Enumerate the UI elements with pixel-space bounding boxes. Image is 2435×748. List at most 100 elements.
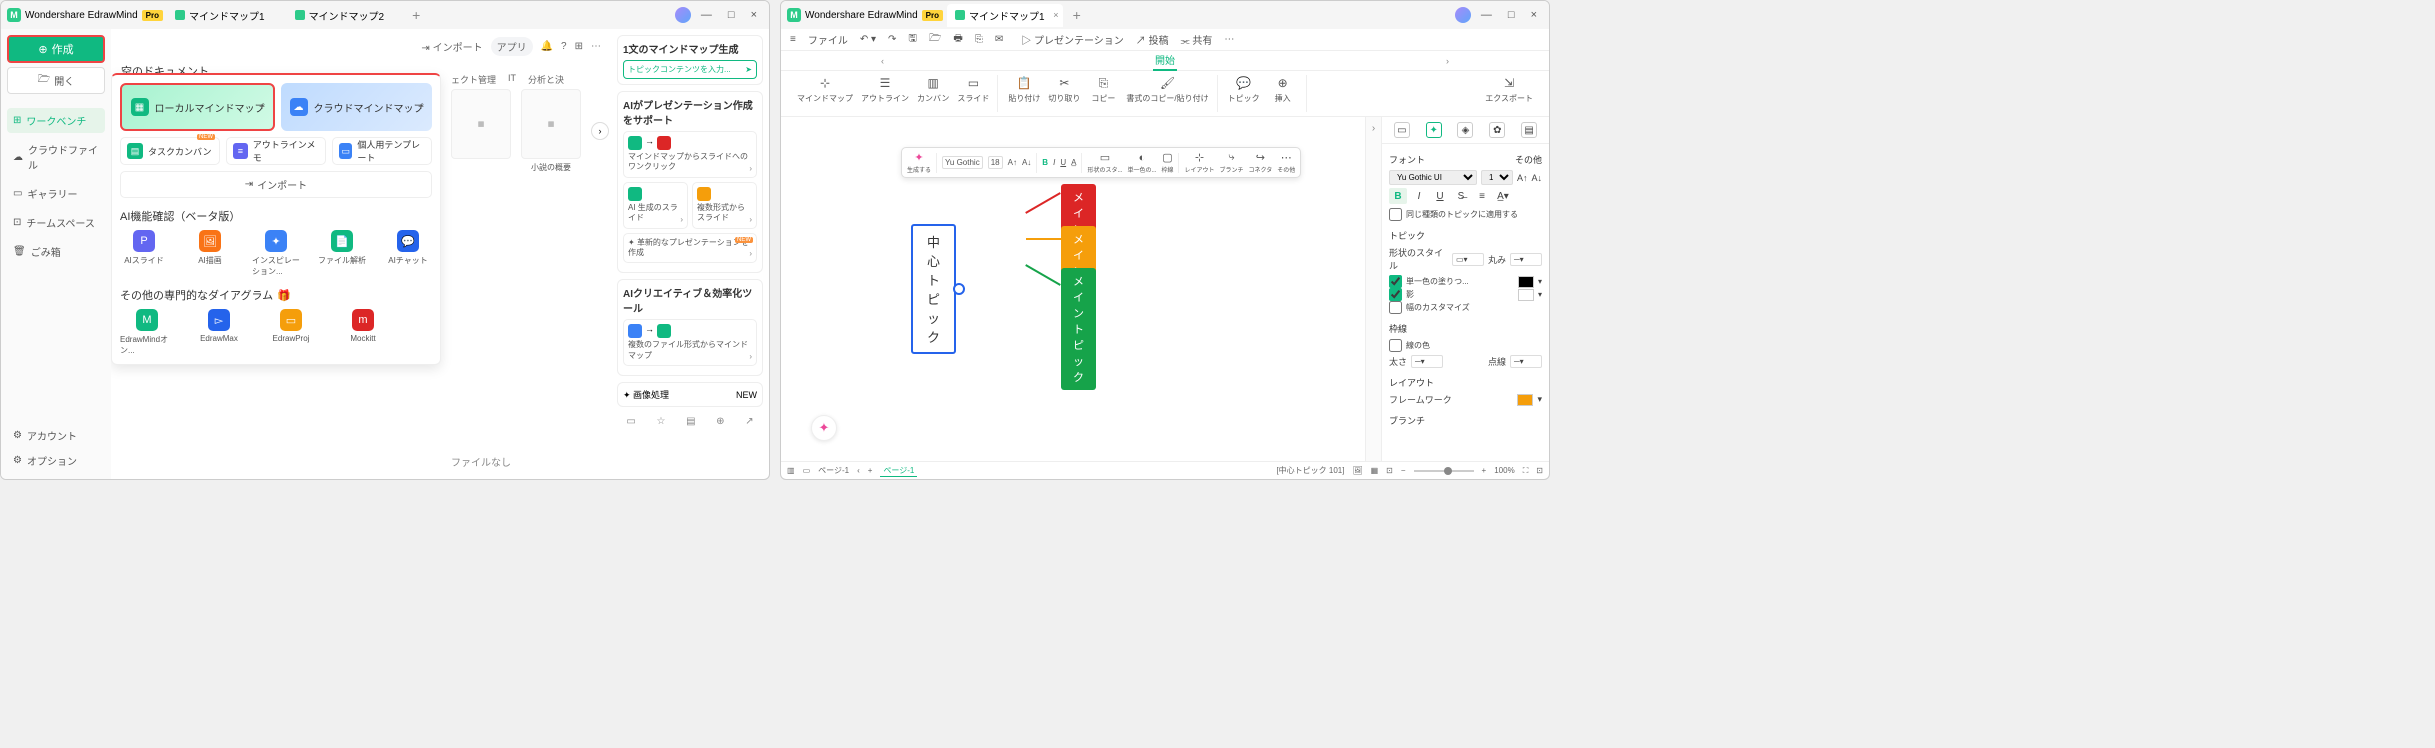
fit-button[interactable]: ⛶ [1523, 466, 1529, 476]
page-add-button[interactable]: + [868, 466, 873, 475]
undo-button[interactable]: ↶ ▾ [857, 34, 879, 45]
ai-chat-button[interactable]: 💬AIチャット [384, 230, 432, 277]
close-tab-icon[interactable]: × [1053, 10, 1058, 20]
cut-button[interactable]: ✂切り取り [1048, 75, 1080, 112]
main-topic-node[interactable]: メイントピック [1061, 268, 1096, 390]
single-color-button[interactable]: ◐単一色の... [1127, 152, 1156, 174]
topic-input[interactable]: トピックコンテンツを入力...➤ [623, 60, 757, 79]
single-fill-checkbox[interactable] [1389, 275, 1402, 288]
paste-button[interactable]: 📋貼り付け [1008, 75, 1040, 112]
copy-button[interactable]: ⎘コピー [1088, 75, 1118, 112]
template-tab[interactable]: IT [508, 73, 516, 86]
import-link[interactable]: ⇥ インポート [421, 39, 482, 54]
redo-button[interactable]: ↷ [885, 34, 899, 45]
sidebar-item-account[interactable]: ⚙アカウント [7, 423, 105, 448]
font-size-select[interactable]: 18 [1481, 170, 1513, 185]
edrawmind-online-button[interactable]: MEdrawMindオン... [120, 309, 174, 356]
edrawproj-button[interactable]: ▭EdrawProj [264, 309, 318, 356]
export-button[interactable]: ⇲エクスポート [1485, 75, 1533, 112]
multi-file-to-mindmap-card[interactable]: → 複数のファイル形式からマインドマップ› [623, 319, 757, 366]
page-prev-button[interactable]: ‹ [857, 466, 860, 475]
cloud-mindmap-card[interactable]: ☁ クラウドマインドマップ + [281, 83, 432, 131]
shadow-color-swatch[interactable] [1518, 289, 1534, 301]
import-button[interactable]: ⇥インポート [120, 171, 432, 198]
new-tab-button[interactable]: + [1067, 7, 1087, 23]
shadow-checkbox[interactable] [1389, 288, 1402, 301]
sb-more-button[interactable]: ⊡ [1536, 466, 1543, 475]
sidebar-item-cloud[interactable]: ☁クラウドファイル [7, 137, 105, 177]
template-card[interactable]: ▦ [451, 89, 511, 173]
templates-next-button[interactable]: › [591, 122, 609, 140]
zoom-out-button[interactable]: − [1401, 466, 1406, 475]
branch-button[interactable]: ⤷ブランチ [1220, 151, 1244, 174]
sidebar-item-workbench[interactable]: ⊞ワークベンチ [7, 108, 105, 133]
mockitt-button[interactable]: mMockitt [336, 309, 390, 356]
shape-style-button[interactable]: ▭形状のスタ... [1087, 151, 1122, 174]
presentation-button[interactable]: ▷ プレゼンテーション [1018, 32, 1127, 47]
other-link[interactable]: その他 [1515, 153, 1542, 166]
menu-hamburger-icon[interactable]: ≡ [787, 34, 799, 45]
avatar[interactable] [1455, 7, 1471, 23]
ribbon-tab-start[interactable]: 開始 [1153, 50, 1177, 71]
sb-icon[interactable]: ▦ [1371, 466, 1379, 475]
innovative-presentation-card[interactable]: NEW✦ 革新的なプレゼンテーションを作成› [623, 233, 757, 264]
save-button[interactable]: 🖫 [905, 31, 920, 48]
menu-file[interactable]: ファイル [805, 32, 851, 47]
minimize-button[interactable]: — [1475, 9, 1498, 21]
underline-button[interactable]: U [1060, 158, 1066, 167]
sb-icon[interactable]: 🖼 [1352, 466, 1362, 475]
close-button[interactable]: × [745, 9, 763, 21]
bold-button[interactable]: B [1042, 158, 1048, 167]
prop-tab-3[interactable]: ◈ [1457, 122, 1473, 138]
width-custom-checkbox[interactable] [1389, 301, 1402, 314]
more-button[interactable]: ⋯その他 [1277, 151, 1295, 174]
ai-inspiration-button[interactable]: ✦インスピレーション... [252, 230, 300, 277]
footer-icon[interactable]: ▤ [686, 416, 695, 427]
new-tab-button[interactable]: + [406, 7, 426, 23]
font-grow-button[interactable]: A↑ [1517, 173, 1528, 183]
maximize-button[interactable]: □ [722, 9, 741, 21]
sidebar-item-teamspace[interactable]: ⊡チームスペース [7, 210, 105, 235]
fill-color-swatch[interactable] [1518, 276, 1534, 288]
template-tab[interactable]: ェクト管理 [451, 73, 496, 86]
tab-mindmap-1[interactable]: マインドマップ1 [167, 4, 283, 27]
insert-button[interactable]: ⊕挿入 [1268, 75, 1298, 112]
rounded-select[interactable]: ─▾ [1510, 253, 1542, 266]
strike-button[interactable]: S̶ [1452, 188, 1470, 204]
template-tab[interactable]: 分析と決 [528, 73, 564, 86]
template-card[interactable]: ▦ 小説の概要 [521, 89, 581, 173]
center-topic-node[interactable]: 中心トピック [911, 224, 956, 354]
apps-button[interactable]: アプリ [491, 37, 533, 56]
framework-swatch[interactable] [1517, 394, 1533, 406]
font-color-button[interactable]: A̲▾ [1494, 188, 1512, 204]
ai-generate-button[interactable]: ✦生成する [907, 151, 931, 174]
ai-assistant-button[interactable]: ✦ [811, 415, 837, 441]
font-shrink-button[interactable]: A↓ [1531, 173, 1542, 183]
ribbon-prev-button[interactable]: ‹ [881, 56, 884, 66]
maximize-button[interactable]: □ [1502, 9, 1521, 21]
font-color-button[interactable]: A̲ [1071, 158, 1076, 167]
view-mindmap-button[interactable]: ⊹マインドマップ [797, 75, 853, 112]
prop-tab-5[interactable]: ▤ [1521, 122, 1537, 138]
footer-icon[interactable]: ↗ [745, 416, 753, 427]
topic-button[interactable]: 💬トピック [1228, 75, 1260, 112]
open-folder-button[interactable]: 🗁 [926, 31, 944, 48]
personal-template-card[interactable]: ▭個人用テンプレート [332, 137, 432, 165]
shape-select[interactable]: ▭▾ [1452, 253, 1484, 266]
bold-button[interactable]: B [1389, 188, 1407, 204]
zoom-in-button[interactable]: + [1482, 466, 1487, 475]
italic-button[interactable]: I [1053, 158, 1055, 167]
underline-button[interactable]: U [1431, 188, 1449, 204]
send-icon[interactable]: ➤ [745, 65, 752, 74]
footer-icon[interactable]: ☆ [656, 416, 665, 427]
format-painter-button[interactable]: 🖌書式のコピー/貼り付け [1126, 75, 1208, 112]
multi-format-slide-card[interactable]: 複数形式からスライド› [692, 182, 757, 229]
edrawmax-button[interactable]: ▻EdrawMax [192, 309, 246, 356]
sidebar-item-options[interactable]: ⚙オプション [7, 448, 105, 473]
page-tab[interactable]: ページ-1 [880, 465, 917, 477]
local-mindmap-card[interactable]: ▦ ローカルマインドマップ + [120, 83, 275, 131]
post-button[interactable]: ↗ 投稿 [1133, 32, 1172, 47]
grid-icon[interactable]: ⊞ [575, 41, 583, 52]
close-button[interactable]: × [1525, 9, 1543, 21]
copy-button[interactable]: ⎘ [972, 34, 986, 45]
